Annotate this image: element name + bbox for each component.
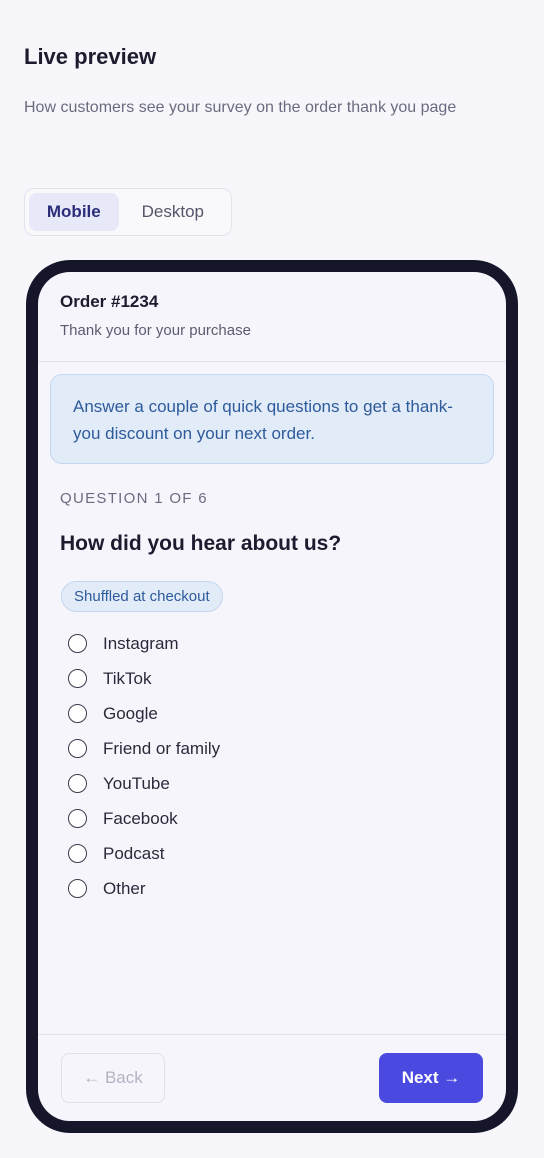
radio-icon[interactable]: [68, 739, 87, 758]
next-button[interactable]: Next →: [379, 1053, 483, 1103]
radio-icon[interactable]: [68, 774, 87, 793]
option-tiktok[interactable]: TikTok: [68, 661, 220, 696]
option-label: Google: [103, 703, 158, 723]
option-instagram[interactable]: Instagram: [68, 626, 220, 661]
radio-icon[interactable]: [68, 634, 87, 653]
order-title: Order #1234: [60, 292, 159, 311]
option-youtube[interactable]: YouTube: [68, 766, 220, 801]
mobile-toggle-button[interactable]: Mobile: [29, 193, 119, 231]
option-label: Facebook: [103, 808, 178, 828]
option-facebook[interactable]: Facebook: [68, 801, 220, 836]
order-subtitle: Thank you for your purchase: [60, 322, 251, 339]
radio-icon[interactable]: [68, 809, 87, 828]
phone-screen: Order #1234 Thank you for your purchase …: [38, 272, 506, 1121]
radio-icon[interactable]: [68, 704, 87, 723]
phone-frame: Order #1234 Thank you for your purchase …: [26, 260, 518, 1133]
back-button[interactable]: ← Back: [61, 1053, 165, 1103]
option-label: Friend or family: [103, 738, 221, 758]
radio-icon[interactable]: [68, 879, 87, 898]
option-label: TikTok: [103, 668, 152, 688]
option-label: Podcast: [103, 843, 165, 863]
question-title: How did you hear about us?: [60, 532, 342, 555]
discount-banner: Answer a couple of quick questions to ge…: [50, 374, 494, 464]
question-counter: QUESTION 1 OF 6: [60, 490, 208, 507]
panel-title: Live preview: [24, 44, 157, 69]
desktop-toggle-button[interactable]: Desktop: [119, 193, 227, 231]
option-other[interactable]: Other: [68, 871, 220, 906]
answer-options: Instagram TikTok Google Friend or family…: [68, 626, 220, 906]
option-friend-or-family[interactable]: Friend or family: [68, 731, 220, 766]
panel-description: How customers see your survey on the ord…: [24, 99, 457, 116]
option-podcast[interactable]: Podcast: [68, 836, 220, 871]
option-google[interactable]: Google: [68, 696, 220, 731]
radio-icon[interactable]: [68, 669, 87, 688]
shuffled-chip: Shuffled at checkout: [61, 581, 223, 612]
option-label: Other: [103, 878, 146, 898]
option-label: Instagram: [103, 633, 179, 653]
option-label: YouTube: [103, 773, 170, 793]
device-toggle: Mobile Desktop: [24, 188, 232, 236]
order-header: Order #1234 Thank you for your purchase: [38, 272, 506, 362]
radio-icon[interactable]: [68, 844, 87, 863]
survey-footer: ← Back Next →: [38, 1034, 506, 1121]
